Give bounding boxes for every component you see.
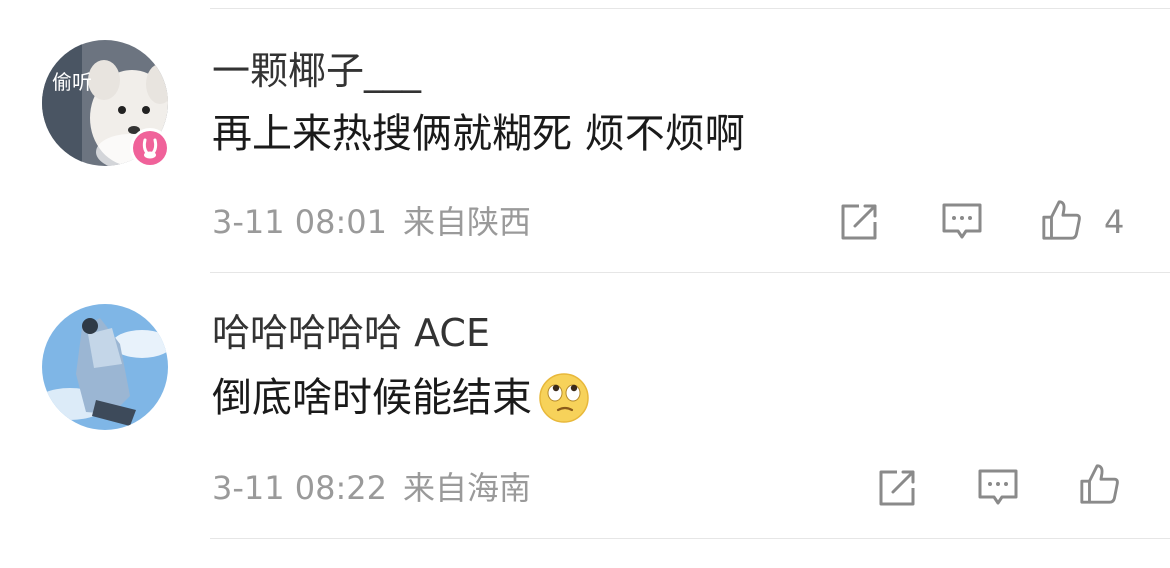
comment-text-body: 再上来热搜俩就糊死 烦不烦啊 [212, 111, 745, 157]
reply-button[interactable] [940, 200, 984, 244]
comment-text: 倒底啥时候能结束 [212, 372, 590, 424]
timestamp: 3-11 08:01 [212, 203, 388, 241]
rabbit-icon [142, 138, 158, 159]
share-button[interactable] [876, 466, 920, 510]
comment-text: 再上来热搜俩就糊死 烦不烦啊 [212, 114, 745, 154]
timestamp: 3-11 08:22 [212, 469, 388, 507]
thumbs-up-icon [1042, 200, 1081, 240]
eye-roll-emoji [539, 373, 589, 423]
divider [210, 272, 1170, 273]
thumbs-up-icon [1080, 464, 1119, 504]
avatar-image [42, 304, 168, 430]
vip-badge [130, 128, 170, 168]
comment-icon [942, 203, 982, 239]
username[interactable]: 哈哈哈哈哈 ACE [212, 314, 490, 352]
share-button[interactable] [838, 200, 882, 244]
avatar[interactable] [42, 304, 168, 430]
comment-icon [978, 469, 1018, 505]
reply-button[interactable] [976, 466, 1020, 510]
comment-text-body: 倒底啥时候能结束 [212, 375, 532, 421]
location: 来自海南 [403, 469, 532, 507]
share-icon [841, 204, 877, 240]
divider [210, 8, 1170, 9]
like-count: 4 [1104, 203, 1125, 241]
comment-meta: 3-11 08:22 来自海南 [212, 472, 531, 504]
divider [210, 538, 1170, 539]
comment-meta: 3-11 08:01 来自陕西 [212, 206, 531, 238]
share-icon [879, 470, 915, 506]
like-button[interactable] [1040, 198, 1084, 242]
location: 来自陕西 [403, 203, 532, 241]
like-button[interactable] [1078, 462, 1122, 506]
username[interactable]: 一颗椰子___ [212, 52, 421, 90]
avatar-label: 偷听 [52, 70, 92, 94]
